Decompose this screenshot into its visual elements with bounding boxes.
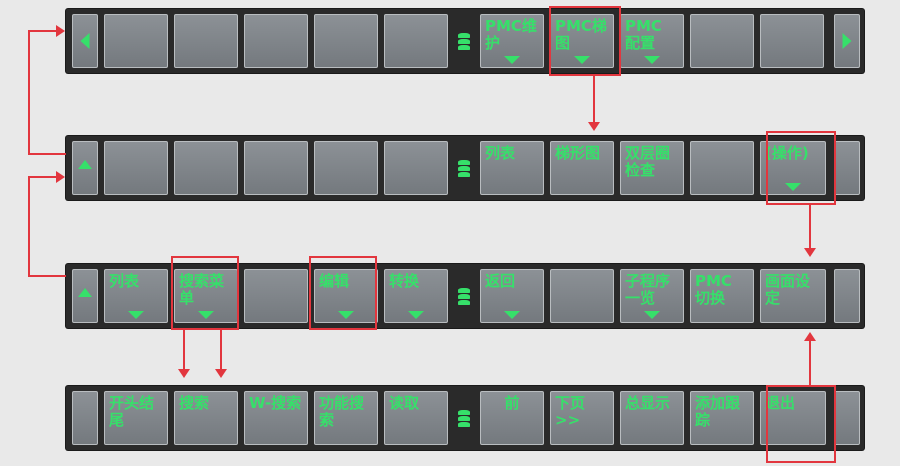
arrow-right-icon <box>56 25 65 37</box>
softkey-read[interactable]: 读取 <box>384 391 448 445</box>
arrow-connector <box>28 153 66 155</box>
softkey-r2-5[interactable] <box>384 141 448 195</box>
chevron-down-icon <box>128 311 144 319</box>
arrow-up-icon <box>804 332 816 341</box>
softkey-r2-9[interactable] <box>690 141 754 195</box>
arrow-down-icon <box>804 248 816 257</box>
softkey-pmc-switch[interactable]: PMC 切换 <box>690 269 754 323</box>
arrow-connector <box>220 330 222 370</box>
arrow-right-icon <box>56 171 65 183</box>
softkey-r3-end[interactable] <box>834 269 860 323</box>
softkey-r3-3[interactable] <box>244 269 308 323</box>
softkey-convert[interactable]: 转换 <box>384 269 448 323</box>
softkey-r1-9[interactable] <box>690 14 754 68</box>
arrow-connector <box>809 205 811 249</box>
chevron-down-icon <box>644 56 660 64</box>
layers-icon <box>456 160 472 178</box>
softkey-ladder-diagram[interactable]: 梯形图 <box>550 141 614 195</box>
prev-page-key[interactable] <box>72 14 98 68</box>
arrow-right-icon <box>842 33 852 49</box>
softkey-list[interactable]: 列表 <box>480 141 544 195</box>
softkey-r2-3[interactable] <box>244 141 308 195</box>
softkey-r1-1[interactable] <box>104 14 168 68</box>
softkey-r3-7[interactable] <box>550 269 614 323</box>
softkey-bar-row4: 开头结尾 搜索 W-搜索 功能搜索 读取 前 下页>> 总显示 添加跟踪 退出 <box>66 386 864 450</box>
arrow-connector <box>28 30 30 154</box>
softkey-r1-2[interactable] <box>174 14 238 68</box>
chevron-down-icon <box>408 311 424 319</box>
softkey-bar-row2: 列表 梯形图 双层圈检查 (操作) <box>66 136 864 200</box>
softkey-subprogram-list[interactable]: 子程序一览 <box>620 269 684 323</box>
arrow-connector <box>28 275 66 277</box>
arrow-connector <box>593 76 595 124</box>
softkey-top-bottom[interactable]: 开头结尾 <box>104 391 168 445</box>
chevron-down-icon <box>644 311 660 319</box>
arrow-connector <box>28 176 56 178</box>
return-key[interactable] <box>72 269 98 323</box>
next-page-key[interactable] <box>834 14 860 68</box>
arrow-connector <box>183 330 185 370</box>
softkey-function-search[interactable]: 功能搜索 <box>314 391 378 445</box>
softkey-w-search[interactable]: W-搜索 <box>244 391 308 445</box>
arrow-left-icon <box>80 33 90 49</box>
softkey-label: PMC维护 <box>485 17 537 52</box>
softkey-add-trace[interactable]: 添加跟踪 <box>690 391 754 445</box>
softkey-r2-1[interactable] <box>104 141 168 195</box>
softkey-back[interactable]: 返回 <box>480 269 544 323</box>
softkey-r1-3[interactable] <box>244 14 308 68</box>
highlight-search-menu <box>171 256 239 330</box>
chevron-down-icon <box>504 311 520 319</box>
arrow-up-icon <box>78 288 92 297</box>
layers-icon <box>456 33 472 51</box>
softkey-screen-settings[interactable]: 画面设定 <box>760 269 826 323</box>
arrow-down-icon <box>588 122 600 131</box>
softkey-pmc-config[interactable]: PMC 配置 <box>620 14 684 68</box>
softkey-label: 返回 <box>485 272 516 290</box>
layers-icon <box>456 410 472 428</box>
layers-icon <box>456 288 472 306</box>
softkey-r2-2[interactable] <box>174 141 238 195</box>
softkey-r2-4[interactable] <box>314 141 378 195</box>
softkey-pmc-maintain[interactable]: PMC维护 <box>480 14 544 68</box>
softkey-list[interactable]: 列表 <box>104 269 168 323</box>
softkey-label: 子程序一览 <box>625 272 671 307</box>
softkey-next-page[interactable]: 下页>> <box>550 391 614 445</box>
softkey-r1-4[interactable] <box>314 14 378 68</box>
arrow-up-icon <box>78 160 92 169</box>
softkey-show-all[interactable]: 总显示 <box>620 391 684 445</box>
softkey-previous[interactable]: 前 <box>480 391 544 445</box>
arrow-down-icon <box>215 369 227 378</box>
softkey-bar-row1: PMC维护 PMC梯图 PMC 配置 <box>66 9 864 73</box>
softkey-r1-5[interactable] <box>384 14 448 68</box>
softkey-r2-end[interactable] <box>834 141 860 195</box>
softkey-label: 列表 <box>109 272 140 290</box>
highlight-pmc-ladder <box>549 6 621 76</box>
softkey-double-coil-check[interactable]: 双层圈检查 <box>620 141 684 195</box>
arrow-connector <box>28 30 56 32</box>
softkey-r4-start[interactable] <box>72 391 98 445</box>
chevron-down-icon <box>504 56 520 64</box>
softkey-label: 转换 <box>389 272 420 290</box>
softkey-search[interactable]: 搜索 <box>174 391 238 445</box>
arrow-connector <box>28 176 30 276</box>
arrow-down-icon <box>178 369 190 378</box>
highlight-exit <box>766 385 836 463</box>
softkey-r1-10[interactable] <box>760 14 824 68</box>
softkey-r4-end[interactable] <box>834 391 860 445</box>
highlight-operation <box>766 131 836 205</box>
highlight-edit <box>309 256 377 330</box>
arrow-connector <box>809 340 811 385</box>
softkey-label: PMC 配置 <box>625 17 662 52</box>
return-key[interactable] <box>72 141 98 195</box>
